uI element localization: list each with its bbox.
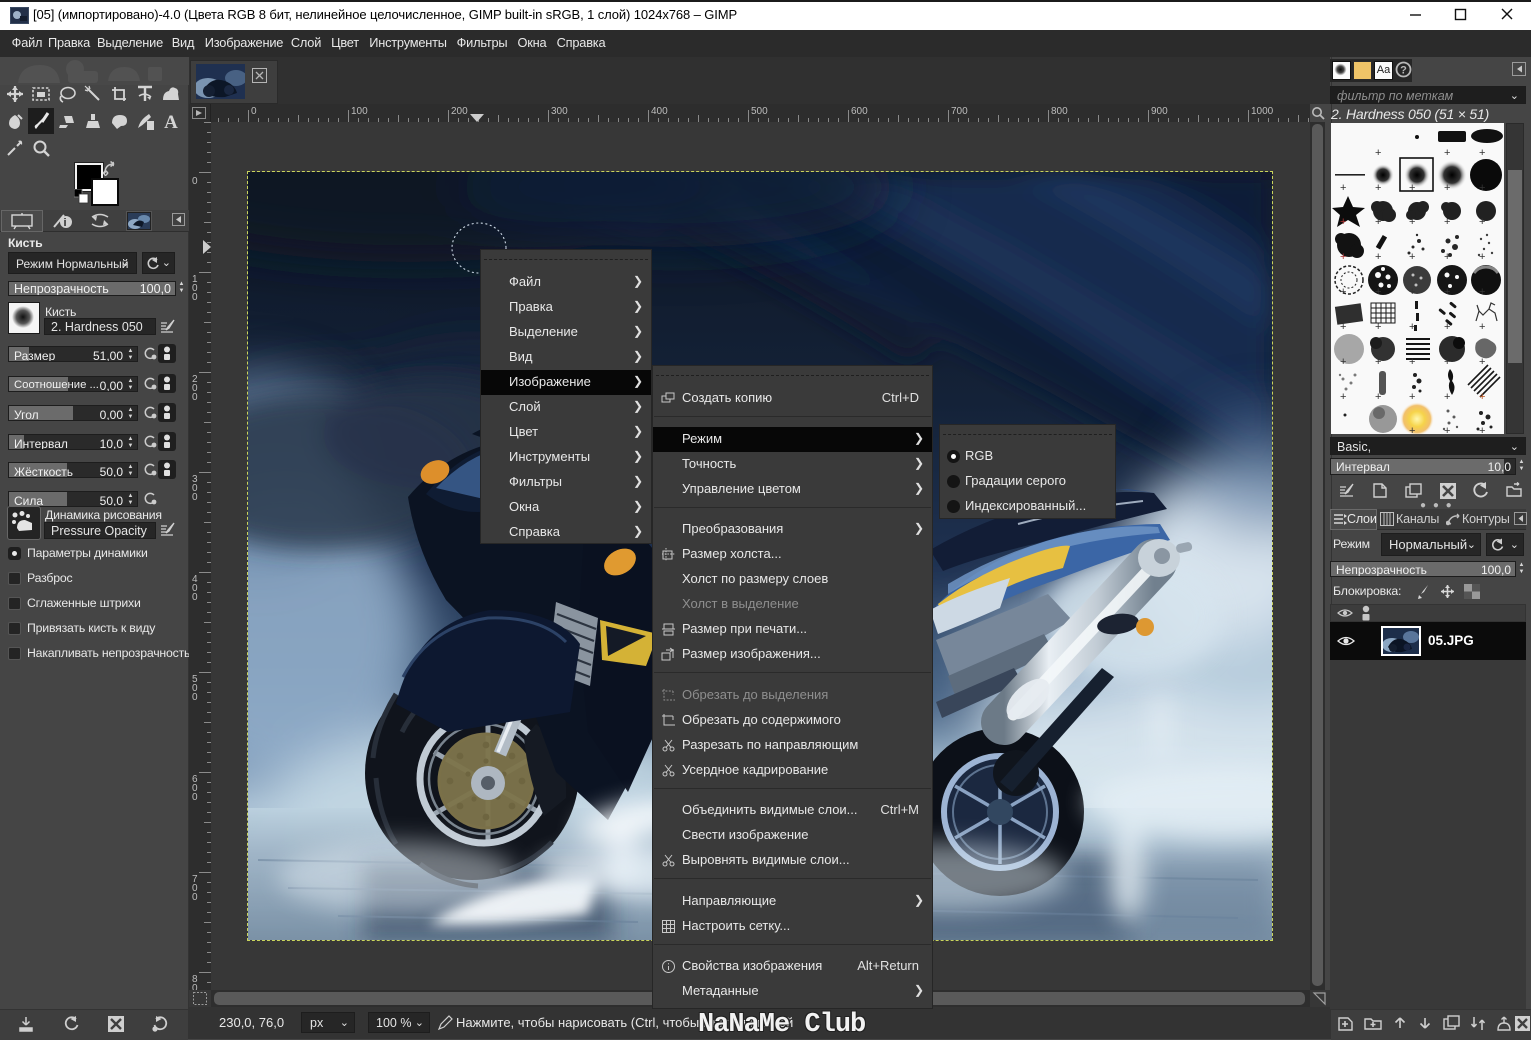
svg-text:+: + [1340, 286, 1346, 298]
svg-text:+: + [1409, 321, 1415, 333]
svg-text:+: + [1409, 251, 1415, 263]
svg-text:+: + [1375, 356, 1381, 368]
svg-text:+: + [1375, 147, 1381, 159]
svg-text:+: + [1479, 251, 1485, 263]
svg-text:0: 0 [192, 292, 198, 303]
svg-text:400: 400 [651, 106, 668, 117]
svg-text:+: + [1375, 321, 1381, 333]
svg-text:+: + [1409, 391, 1415, 403]
svg-text:+: + [1444, 286, 1450, 298]
svg-text:+: + [1375, 391, 1381, 403]
svg-text:i: i [64, 217, 67, 229]
svg-text:+: + [1479, 286, 1485, 298]
svg-text:0: 0 [192, 492, 198, 503]
svg-text:?: ? [1400, 65, 1407, 77]
svg-text:+: + [1409, 425, 1415, 434]
svg-text:+: + [1409, 356, 1415, 368]
svg-text:+: + [1444, 147, 1450, 159]
svg-text:200: 200 [451, 106, 468, 117]
svg-text:+: + [1409, 182, 1415, 194]
svg-text:0: 0 [192, 176, 198, 187]
svg-text:+: + [1375, 182, 1381, 194]
svg-text:A: A [164, 112, 178, 133]
svg-text:+: + [1479, 425, 1485, 434]
svg-text:+: + [1340, 356, 1346, 368]
svg-text:0: 0 [251, 106, 257, 117]
svg-text:+: + [1479, 356, 1485, 368]
svg-text:+: + [1444, 251, 1450, 263]
svg-text:0: 0 [192, 692, 198, 703]
svg-text:+: + [1375, 286, 1381, 298]
svg-text:700: 700 [951, 106, 968, 117]
svg-text:+: + [1340, 182, 1346, 194]
svg-text:+: + [1444, 356, 1450, 368]
svg-text:600: 600 [851, 106, 868, 117]
svg-text:100: 100 [351, 106, 368, 117]
svg-text:+: + [1479, 216, 1485, 228]
svg-text:+: + [1409, 286, 1415, 298]
svg-text:+: + [1340, 216, 1346, 228]
svg-text:+: + [1479, 321, 1485, 333]
svg-text:0: 0 [192, 792, 198, 803]
svg-text:1000: 1000 [1251, 106, 1274, 117]
svg-text:+: + [1340, 391, 1346, 403]
svg-text:0: 0 [192, 983, 198, 990]
svg-text:+: + [1444, 216, 1450, 228]
svg-text:500: 500 [751, 106, 768, 117]
svg-text:+: + [1479, 391, 1485, 403]
svg-text:+: + [1340, 251, 1346, 263]
svg-text:+: + [1444, 391, 1450, 403]
svg-text:+: + [1479, 147, 1485, 159]
svg-text:+: + [1479, 182, 1485, 194]
svg-text:+: + [1444, 321, 1450, 333]
svg-text:800: 800 [1051, 106, 1068, 117]
svg-text:+: + [1375, 251, 1381, 263]
svg-text:+: + [1444, 182, 1450, 194]
svg-text:300: 300 [551, 106, 568, 117]
svg-text:0: 0 [192, 892, 198, 903]
svg-text:+: + [1375, 216, 1381, 228]
svg-text:0: 0 [192, 592, 198, 603]
svg-text:+: + [1409, 216, 1415, 228]
svg-text:+: + [1340, 321, 1346, 333]
svg-text:900: 900 [1151, 106, 1168, 117]
svg-text:0: 0 [192, 392, 198, 403]
svg-text:+: + [1444, 425, 1450, 434]
